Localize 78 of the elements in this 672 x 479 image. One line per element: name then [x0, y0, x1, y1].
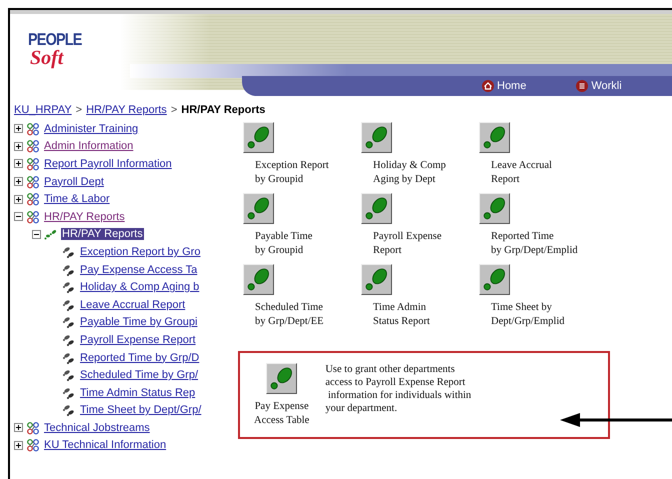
footprint-button[interactable] [243, 264, 274, 295]
footprints-icon [62, 298, 76, 312]
footprints-icon [62, 368, 76, 382]
footprint-button[interactable] [243, 193, 274, 224]
tree-link[interactable]: Time Admin Status Rep [79, 386, 196, 399]
footprint-button[interactable] [361, 193, 392, 224]
linked-nodes-icon [26, 122, 40, 136]
footprint-button[interactable] [479, 122, 510, 153]
footprint-button[interactable] [243, 122, 274, 153]
tree-link[interactable]: Reported Time by Grp/D [79, 352, 200, 364]
report-caption: Pay Expense Access Table [254, 400, 310, 428]
footprints-icon [62, 244, 76, 259]
tree-link[interactable]: Leave Accrual Report [79, 298, 186, 311]
home-icon [482, 80, 494, 92]
tree-link[interactable]: Admin Information [43, 140, 134, 152]
logo: PEOPLE Soft [28, 30, 83, 70]
nav-link[interactable]: Home [482, 80, 526, 92]
footprint-button[interactable] [266, 363, 298, 394]
linked-nodes-icon [26, 174, 40, 189]
tree-link[interactable]: Time & Labor [43, 193, 111, 206]
tree-link[interactable]: Technical Jobstreams [43, 422, 151, 434]
expand-toggle[interactable] [32, 230, 41, 239]
expand-toggle[interactable] [14, 124, 23, 134]
footprint-button[interactable] [479, 193, 510, 224]
linked-nodes-icon [26, 438, 40, 452]
linked-nodes-icon [26, 156, 40, 171]
footprints-icon [62, 350, 76, 365]
tree-link[interactable]: Pay Expense Access Ta [79, 264, 198, 276]
tree-link[interactable]: HR/PAY Reports [61, 228, 144, 240]
report-caption: Reported Time by Grp/Dept/Emplid [491, 230, 578, 258]
expand-toggle[interactable] [14, 194, 23, 204]
tree-link[interactable]: Time Sheet by Dept/Grp/ [79, 404, 202, 416]
footprint-button[interactable] [361, 264, 392, 295]
footprints-icon [62, 386, 76, 400]
expand-toggle[interactable] [14, 142, 23, 151]
footprint-button[interactable] [479, 264, 510, 295]
breadcrumb-link[interactable]: HR/PAY Reports [86, 104, 167, 116]
tree-link[interactable]: Exception Report by Gro [79, 246, 202, 258]
tree-link[interactable]: KU Technical Information [43, 439, 168, 452]
nav-link[interactable]: Workli [576, 80, 622, 92]
linked-nodes-icon [26, 192, 40, 206]
tree-link[interactable]: HR/PAY Reports [43, 210, 126, 223]
linked-nodes-icon [26, 139, 40, 154]
tree-link[interactable]: Administer Training [43, 122, 140, 135]
tree-link[interactable]: Report Payroll Information [43, 158, 173, 170]
footprints-icon [62, 403, 76, 418]
breadcrumb-text: > [76, 104, 82, 116]
report-caption: Leave Accrual Report [491, 159, 552, 187]
footprint-button[interactable] [361, 122, 392, 153]
report-caption: Time Sheet by Dept/Grp/Emplid [491, 301, 564, 329]
tree-link[interactable]: Scheduled Time by Grp/ [79, 369, 200, 382]
footprints-icon [62, 280, 76, 294]
report-caption: Time Admin Status Report [373, 301, 430, 329]
report-caption: Exception Report by Groupid [255, 159, 329, 187]
footprints-icon [44, 227, 58, 242]
description-text: Use to grant other departments access to Payroll Expense Report information for individuals within your department. [325, 363, 472, 416]
report-caption: Scheduled Time by Grp/Dept/EE [255, 301, 324, 329]
tree-link[interactable]: Payroll Expense Report [79, 334, 197, 346]
tree-link[interactable]: Holiday & Comp Aging b [79, 281, 200, 294]
breadcrumb-text: > [170, 104, 178, 116]
tree-link[interactable]: Payroll Dept [43, 176, 105, 188]
expand-toggle[interactable] [14, 423, 23, 432]
expand-toggle[interactable] [14, 440, 23, 450]
tree-link[interactable]: Payable Time by Groupi [79, 316, 198, 328]
list-icon [576, 80, 588, 92]
breadcrumb-text: HR/PAY Reports [181, 104, 266, 116]
linked-nodes-icon [26, 210, 40, 224]
footprints-icon [62, 262, 76, 277]
footprints-icon [62, 315, 76, 330]
linked-nodes-icon [26, 420, 40, 435]
breadcrumb-link[interactable]: KU_HRPAY [14, 104, 72, 116]
report-caption: Holiday & Comp Aging by Dept [373, 159, 446, 187]
expand-toggle[interactable] [14, 177, 23, 186]
expand-toggle[interactable] [14, 212, 23, 222]
footprints-icon [62, 332, 76, 347]
report-caption: Payroll Expense Report [373, 230, 442, 258]
report-caption: Payable Time by Groupid [255, 230, 312, 258]
expand-toggle[interactable] [14, 159, 23, 168]
